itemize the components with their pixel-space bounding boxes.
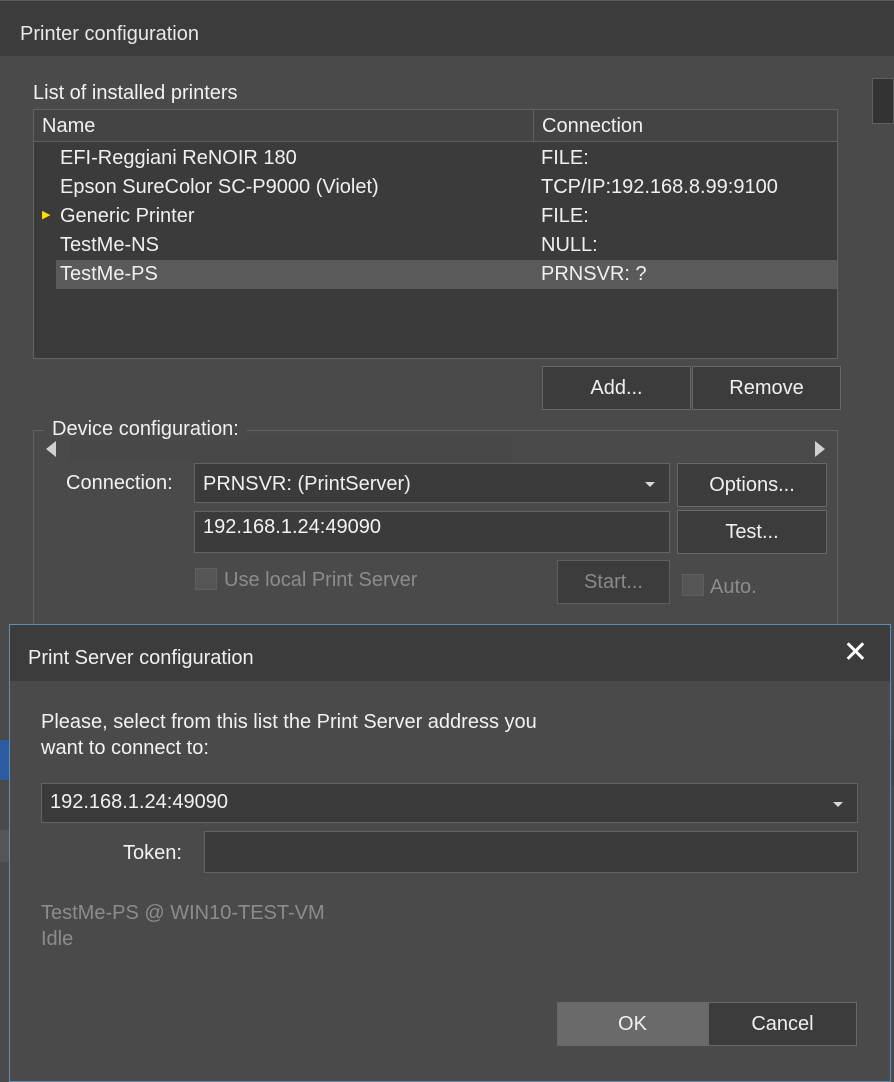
print-server-address-value: 192.168.1.24:49090 — [50, 791, 228, 813]
test-button[interactable]: Test... — [677, 510, 827, 554]
printer-connection: TCP/IP:192.168.8.99:9100 — [541, 176, 778, 198]
background-app-strip — [0, 740, 9, 780]
chevron-down-icon — [645, 482, 655, 487]
close-icon[interactable]: ✕ — [843, 635, 868, 670]
auto-checkbox[interactable] — [682, 574, 704, 596]
printer-connection: FILE: — [541, 147, 589, 169]
printer-row[interactable]: EFI-Reggiani ReNOIR 180 FILE: — [56, 144, 837, 173]
default-printer-arrow-icon: ▶ — [42, 209, 51, 221]
window-titlebar: Printer configuration — [0, 0, 894, 56]
status-printer-host: TestMe-PS @ WIN10-TEST-VM — [41, 902, 325, 924]
installed-printers-label: List of installed printers — [33, 82, 238, 104]
background-app-strip — [0, 830, 9, 862]
printer-name: Generic Printer — [60, 205, 195, 227]
window-title: Printer configuration — [20, 23, 199, 45]
use-local-print-server-checkbox[interactable] — [195, 568, 217, 590]
printer-row[interactable]: Epson SureColor SC-P9000 (Violet) TCP/IP… — [56, 173, 837, 202]
printer-connection: FILE: — [541, 205, 589, 227]
side-scroll-button[interactable] — [872, 78, 894, 124]
print-server-configuration-dialog: Print Server configuration ✕ Please, sel… — [9, 624, 891, 1082]
printer-row[interactable]: TestMe-NS NULL: — [56, 231, 837, 260]
dialog-title: Print Server configuration — [28, 647, 254, 669]
print-server-address-select[interactable]: 192.168.1.24:49090 — [41, 783, 858, 823]
token-input[interactable] — [204, 831, 858, 873]
prompt-line-2: want to connect to: — [41, 737, 209, 759]
column-header-connection[interactable]: Connection — [534, 110, 837, 142]
options-button[interactable]: Options... — [677, 463, 827, 507]
cancel-button[interactable]: Cancel — [708, 1002, 857, 1046]
token-label: Token: — [123, 842, 182, 864]
auto-label: Auto. — [710, 576, 757, 598]
address-field-value: 192.168.1.24:49090 — [203, 516, 381, 538]
ok-button[interactable]: OK — [557, 1002, 708, 1046]
status-state: Idle — [41, 928, 74, 950]
start-button[interactable]: Start... — [557, 560, 670, 604]
printer-row-selected[interactable]: TestMe-PS PRNSVR: ? — [56, 260, 837, 289]
printer-connection: NULL: — [541, 234, 598, 256]
printer-name: EFI-Reggiani ReNOIR 180 — [60, 147, 297, 169]
prompt-line-1: Please, select from this list the Print … — [41, 711, 537, 733]
device-configuration-title: Device configuration: — [44, 418, 247, 441]
connection-select-value: PRNSVR: (PrintServer) — [203, 473, 411, 495]
remove-printer-button[interactable]: Remove — [692, 366, 841, 410]
printers-list[interactable]: Name Connection EFI-Reggiani ReNOIR 180 … — [33, 109, 838, 462]
printer-connection: PRNSVR: ? — [541, 263, 647, 285]
printer-name: Epson SureColor SC-P9000 (Violet) — [60, 176, 379, 198]
use-local-print-server-label: Use local Print Server — [224, 569, 418, 591]
connection-select[interactable]: PRNSVR: (PrintServer) — [194, 463, 670, 503]
printer-name: TestMe-NS — [60, 234, 159, 256]
printer-name: TestMe-PS — [60, 263, 158, 285]
address-field[interactable]: 192.168.1.24:49090 — [194, 511, 670, 553]
column-header-name[interactable]: Name — [34, 110, 534, 142]
chevron-down-icon — [833, 802, 843, 807]
add-printer-button[interactable]: Add... — [542, 366, 691, 410]
list-header: Name Connection — [34, 110, 837, 142]
dialog-titlebar: Print Server configuration ✕ — [10, 625, 890, 681]
connection-label: Connection: — [66, 472, 173, 494]
printer-row[interactable]: ▶ Generic Printer FILE: — [42, 202, 837, 231]
